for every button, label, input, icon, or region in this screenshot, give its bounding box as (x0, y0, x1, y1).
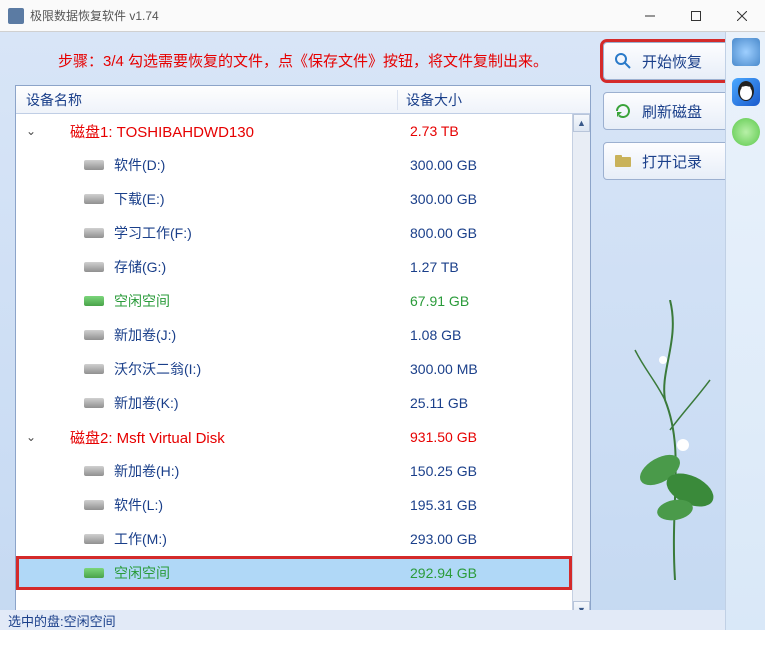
partition-size: 300.00 MB (402, 361, 572, 377)
table-header: 设备名称 设备大小 (16, 86, 590, 114)
drive-icon (84, 160, 104, 170)
partition-row[interactable]: 新加卷(K:) 25.11 GB (16, 386, 572, 420)
partition-size: 800.00 GB (402, 225, 572, 241)
partition-row[interactable]: 新加卷(H:) 150.25 GB (16, 454, 572, 488)
disk-size: 2.73 TB (402, 123, 572, 139)
app-icon (8, 8, 24, 24)
side-icon-3[interactable] (732, 118, 760, 146)
app-title: 极限数据恢复软件 v1.74 (30, 7, 627, 24)
partition-row[interactable]: 存储(G:) 1.27 TB (16, 250, 572, 284)
drive-icon (84, 330, 104, 340)
drive-icon (84, 364, 104, 374)
partition-label: 软件(D:) (114, 155, 165, 175)
minimize-button[interactable] (627, 0, 673, 32)
refresh-disk-label: 刷新磁盘 (642, 101, 702, 122)
start-recovery-label: 开始恢复 (642, 51, 702, 72)
open-log-label: 打开记录 (642, 151, 702, 172)
partition-label: 新加卷(J:) (114, 325, 176, 345)
partition-label: 下载(E:) (114, 189, 165, 209)
partition-label: 软件(L:) (114, 495, 163, 515)
partition-label: 新加卷(K:) (114, 393, 179, 413)
drive-icon (84, 194, 104, 204)
folder-icon (612, 150, 634, 172)
close-button[interactable] (719, 0, 765, 32)
device-table: 设备名称 设备大小 ⌄ 磁盘1: TOSHIBAHDWD130 2.73 TB 软件(… (15, 85, 591, 620)
qq-icon[interactable] (732, 78, 760, 106)
side-strip (725, 32, 765, 630)
partition-row[interactable]: 软件(D:) 300.00 GB (16, 148, 572, 182)
drive-icon (84, 466, 104, 476)
drive-icon (84, 228, 104, 238)
header-device-name[interactable]: 设备名称 (16, 90, 398, 110)
refresh-icon (612, 100, 634, 122)
partition-size: 67.91 GB (402, 293, 572, 309)
partition-size: 300.00 GB (402, 157, 572, 173)
partition-row[interactable]: 工作(M:) 293.00 GB (16, 522, 572, 556)
partition-row[interactable]: 空闲空间 292.94 GB (16, 556, 572, 590)
disk-label: 磁盘2: Msft Virtual Disk (70, 427, 225, 448)
partition-row[interactable]: 空闲空间 67.91 GB (16, 284, 572, 318)
partition-size: 195.31 GB (402, 497, 572, 513)
partition-size: 150.25 GB (402, 463, 572, 479)
disk-row[interactable]: ⌄ 磁盘1: TOSHIBAHDWD130 2.73 TB (16, 114, 572, 148)
side-icon-1[interactable] (732, 38, 760, 66)
search-icon (612, 50, 634, 72)
partition-label: 存储(G:) (114, 257, 166, 277)
partition-size: 292.94 GB (402, 565, 572, 581)
scroll-up-icon[interactable]: ▲ (573, 114, 590, 132)
disk-size: 931.50 GB (402, 429, 572, 445)
drive-icon (84, 296, 104, 306)
partition-label: 空闲空间 (114, 291, 170, 311)
status-bar: 选中的盘:空闲空间 (0, 610, 765, 630)
rows-container: ⌄ 磁盘1: TOSHIBAHDWD130 2.73 TB 软件(D:) 300.00 … (16, 114, 572, 619)
instruction-text: 步骤：3/4 勾选需要恢复的文件，点《保存文件》按钮，将文件复制出来。 (15, 42, 591, 85)
scrollbar[interactable]: ▲ ▼ (572, 114, 590, 619)
partition-size: 25.11 GB (402, 395, 572, 411)
partition-label: 学习工作(F:) (114, 223, 192, 243)
partition-row[interactable]: 沃尔沃二翁(I:) 300.00 MB (16, 352, 572, 386)
drive-icon (84, 568, 104, 578)
drive-icon (84, 500, 104, 510)
status-text: 选中的盘:空闲空间 (8, 611, 116, 630)
header-device-size[interactable]: 设备大小 (398, 90, 590, 110)
partition-size: 300.00 GB (402, 191, 572, 207)
partition-size: 1.08 GB (402, 327, 572, 343)
drive-icon (84, 262, 104, 272)
partition-row[interactable]: 新加卷(J:) 1.08 GB (16, 318, 572, 352)
titlebar: 极限数据恢复软件 v1.74 (0, 0, 765, 32)
drive-icon (84, 534, 104, 544)
disk-row[interactable]: ⌄ 磁盘2: Msft Virtual Disk 931.50 GB (16, 420, 572, 454)
partition-label: 工作(M:) (114, 529, 167, 549)
chevron-down-icon[interactable]: ⌄ (20, 124, 42, 138)
partition-label: 沃尔沃二翁(I:) (114, 359, 201, 379)
partition-row[interactable]: 软件(L:) 195.31 GB (16, 488, 572, 522)
chevron-down-icon[interactable]: ⌄ (20, 430, 42, 444)
partition-label: 新加卷(H:) (114, 461, 179, 481)
drive-icon (84, 398, 104, 408)
partition-label: 空闲空间 (114, 563, 170, 583)
maximize-button[interactable] (673, 0, 719, 32)
partition-size: 1.27 TB (402, 259, 572, 275)
partition-row[interactable]: 学习工作(F:) 800.00 GB (16, 216, 572, 250)
plant-decoration (615, 300, 735, 580)
disk-label: 磁盘1: TOSHIBAHDWD130 (70, 121, 254, 142)
partition-size: 293.00 GB (402, 531, 572, 547)
partition-row[interactable]: 下载(E:) 300.00 GB (16, 182, 572, 216)
